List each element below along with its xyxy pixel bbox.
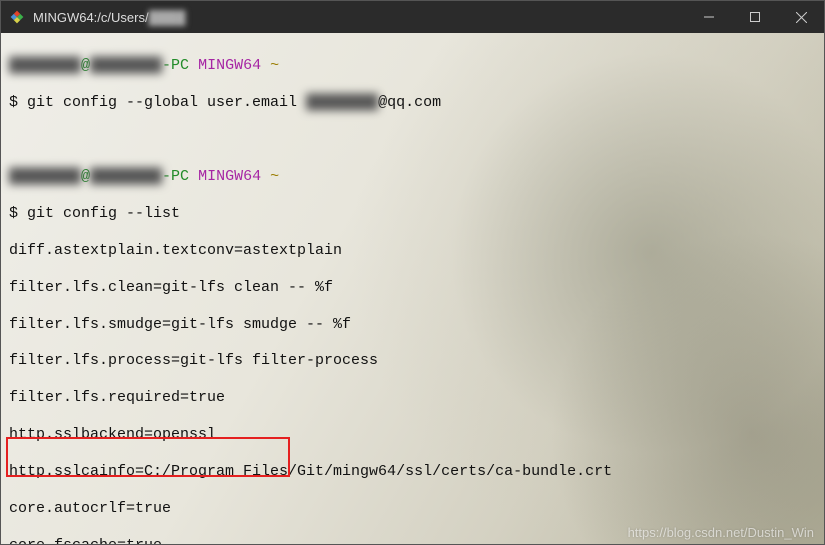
output-line: http.sslcainfo=C:/Program Files/Git/ming… [9, 463, 816, 481]
output-line: filter.lfs.required=true [9, 389, 816, 407]
maximize-button[interactable] [732, 1, 778, 33]
git-bash-icon [8, 8, 26, 26]
output-line: core.autocrlf=true [9, 500, 816, 518]
output-line: filter.lfs.clean=git-lfs clean -- %f [9, 279, 816, 297]
output-line: http.sslbackend=openssl [9, 426, 816, 444]
minimize-button[interactable] [686, 1, 732, 33]
terminal-area[interactable]: ████████@████████-PC MINGW64 ~ $ git con… [1, 33, 824, 544]
command-line: $ git config --list [9, 205, 816, 223]
title-bar[interactable]: MINGW64:/c/Users/████ [1, 1, 824, 33]
command-line: $ git config --global user.email ███████… [9, 94, 816, 112]
prompt-line: ████████@████████-PC MINGW64 ~ [9, 168, 816, 186]
watermark: https://blog.csdn.net/Dustin_Win [628, 525, 814, 540]
output-line: filter.lfs.smudge=git-lfs smudge -- %f [9, 316, 816, 334]
output-line: filter.lfs.process=git-lfs filter-proces… [9, 352, 816, 370]
output-line: diff.astextplain.textconv=astextplain [9, 242, 816, 260]
window-controls [686, 1, 824, 33]
terminal-output: ████████@████████-PC MINGW64 ~ $ git con… [1, 33, 824, 544]
prompt-line: ████████@████████-PC MINGW64 ~ [9, 57, 816, 75]
close-button[interactable] [778, 1, 824, 33]
window-title: MINGW64:/c/Users/████ [33, 10, 686, 25]
